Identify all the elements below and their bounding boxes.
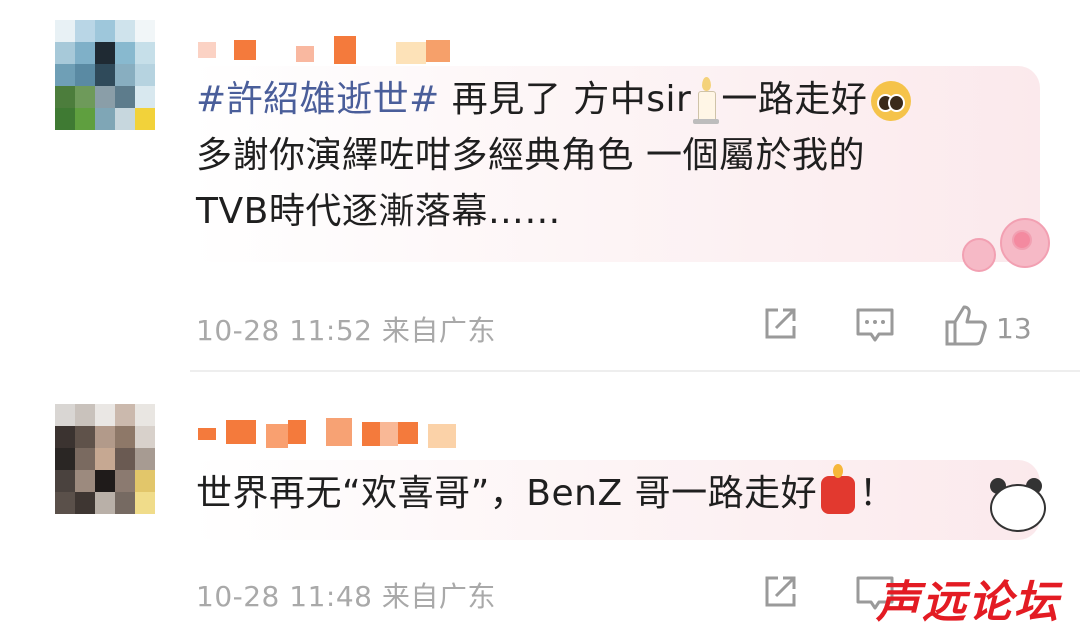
comment-text-line1: 再見了 方中sir (451, 79, 692, 120)
divider (190, 370, 1080, 372)
share-icon (762, 306, 798, 349)
thumbs-up-icon (944, 304, 988, 353)
avatar[interactable] (55, 20, 155, 130)
comment-icon (855, 306, 895, 351)
candle-emoji (693, 77, 720, 125)
username-blurred[interactable] (198, 418, 456, 448)
timestamp: 10-28 11:52 (196, 314, 373, 347)
red-candle-emoji (821, 464, 856, 514)
timestamp: 10-28 11:48 (196, 580, 373, 613)
share-button[interactable] (762, 574, 798, 617)
avatar[interactable] (55, 404, 155, 514)
panda-sticker-decoration (980, 478, 1050, 538)
like-button[interactable]: 13 (944, 304, 1032, 353)
location: 来自广东 (381, 314, 496, 347)
comment-text-line2: 多謝你演繹咗咁多經典角色 一個屬於我的 (196, 135, 865, 176)
hashtag-link[interactable]: #許紹雄逝世# (196, 79, 440, 120)
comment-text: #許紹雄逝世# 再見了 方中sir 一路走好 多謝你演繹咗咁多經典角色 一個屬於我… (196, 72, 1026, 240)
flower-decoration (950, 212, 1060, 282)
comment-text-line1: 世界再无“欢喜哥”，BenZ 哥一路走好 (196, 473, 818, 514)
pleading-face-emoji (871, 81, 912, 121)
comment-text-line1-end: 一路走好 (721, 79, 868, 120)
reply-button[interactable] (855, 306, 895, 351)
comment-text-line3: TVB時代逐漸落幕…… (196, 191, 561, 232)
share-icon (762, 574, 798, 617)
comment-meta: 10-28 11:48 来自广东 (196, 575, 496, 615)
comment-text: 世界再无“欢喜哥”，BenZ 哥一路走好 ！ (196, 464, 956, 522)
share-button[interactable] (762, 306, 798, 349)
like-count: 13 (996, 312, 1032, 345)
forum-watermark: 声远论坛 (876, 577, 1060, 628)
comment-text-line1-end: ！ (859, 473, 896, 514)
comment-meta: 10-28 11:52 来自广东 (196, 309, 496, 349)
username-blurred[interactable] (198, 36, 450, 66)
location: 来自广东 (381, 580, 496, 613)
comment-item: #許紹雄逝世# 再見了 方中sir 一路走好 多謝你演繹咗咁多經典角色 一個屬於我… (0, 0, 1080, 372)
